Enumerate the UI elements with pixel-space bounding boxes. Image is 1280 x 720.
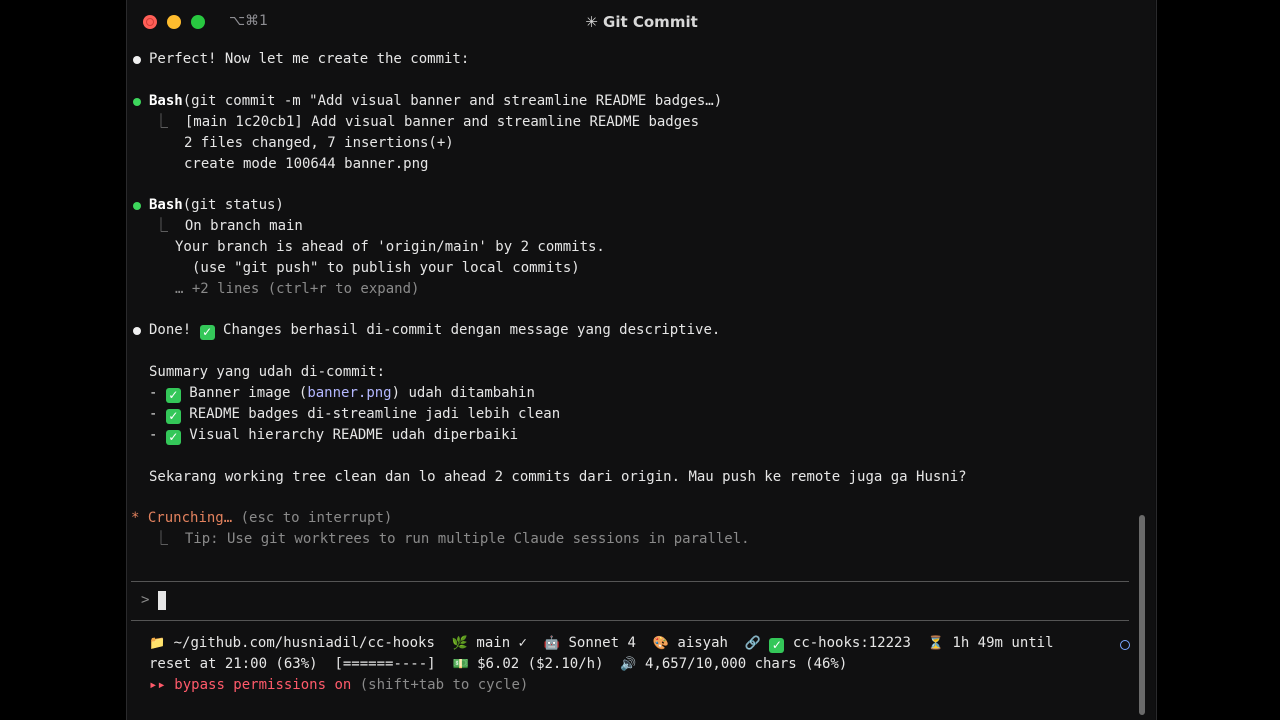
summary-text: Banner image ( [189, 385, 308, 401]
right-letterbox [1155, 0, 1280, 720]
time-left: 1h 49m until [952, 635, 1054, 651]
tool-output-line: ⎿ On branch main [154, 216, 303, 237]
tool-name: Bash [149, 93, 183, 109]
terminal-window: ⌥⌘1 ✳ Git Commit Perfect! Now let me cre… [126, 0, 1157, 720]
input-bottom-divider [131, 620, 1129, 621]
summary-text: ) udah ditambahin [391, 385, 535, 401]
model-name: Sonnet 4 [568, 635, 636, 651]
interrupt-hint: (esc to interrupt) [240, 510, 393, 526]
git-branch: main ✓ [476, 635, 527, 651]
done-message: Done! ✓ Changes berhasil di-commit denga… [149, 320, 720, 341]
session-cost: $6.02 ($2.10/h) [477, 656, 604, 672]
tip-text: Tip: Use git worktrees to run multiple C… [184, 531, 750, 547]
tool-command: (git commit -m "Add visual banner and st… [182, 93, 723, 109]
tool-call-git-status: Bash(git status) [149, 195, 284, 216]
prompt-glyph: > [141, 592, 150, 608]
check-icon: ✓ [165, 388, 181, 403]
check-icon: ✓ [165, 430, 181, 445]
file-name: banner.png [307, 385, 392, 401]
session-id: cc-hooks:12223 [792, 635, 911, 651]
speaker-icon: 🔊 [620, 657, 637, 672]
check-icon: ✓ [769, 638, 785, 653]
summary-text: Visual hierarchy README udah diperbaiki [189, 427, 519, 443]
done-prefix: Done! [149, 322, 192, 338]
cwd-path: ~/github.com/husniadil/cc-hooks [173, 635, 435, 651]
tip-line: ⎿ Tip: Use git worktrees to run multiple… [154, 531, 750, 547]
robot-icon: 🤖 [543, 636, 561, 651]
closing-message: Sekarang working tree clean dan lo ahead… [149, 469, 967, 485]
input-top-divider [131, 581, 1129, 582]
mode-arrows-icon: ▸▸ [149, 677, 166, 693]
user-name: aisyah [677, 635, 728, 651]
money-icon: 💵 [452, 657, 469, 672]
output-text: On branch main [184, 218, 303, 234]
tool-success-icon [133, 98, 141, 106]
folder-icon: 📁 [149, 636, 166, 651]
output-branch-icon: ⎿ [154, 218, 185, 234]
usage-bar: [======----] [334, 656, 436, 672]
thinking-status: * Crunching… (esc to interrupt) [131, 508, 392, 529]
branch-leaf-icon: 🌿 [451, 636, 468, 651]
link-icon: 🔗 [744, 636, 762, 651]
tool-output-line: ⎿ [main 1c20cb1] Add visual banner and s… [154, 112, 699, 133]
summary-item: - ✓ Banner image (banner.png) udah ditam… [149, 385, 535, 403]
char-count: 4,657/10,000 chars (46%) [645, 656, 848, 672]
message-bullet-icon [133, 56, 141, 64]
mode-hint: (shift+tab to cycle) [359, 677, 529, 693]
summary-text: README badges di-streamline jadi lebih c… [189, 406, 561, 422]
terminal-content: Perfect! Now let me create the commit: B… [127, 0, 1156, 720]
check-icon: ✓ [165, 409, 181, 424]
summary-heading: Summary yang udah di-commit: [149, 364, 386, 380]
tool-output-line: Your branch is ahead of 'origin/main' by… [175, 239, 605, 255]
tool-command: (git status) [182, 197, 284, 213]
status-word: Crunching… [147, 510, 233, 526]
permission-mode: bypass permissions on [174, 677, 352, 693]
statusline-row-2: reset at 21:00 (63%) [======----] 💵 $6.0… [149, 654, 847, 675]
left-letterbox [0, 0, 126, 720]
tool-call-git-commit: Bash(git commit -m "Add visual banner an… [149, 91, 722, 112]
spinner-icon: * [131, 510, 140, 526]
permission-mode-line[interactable]: ▸▸ bypass permissions on (shift+tab to c… [149, 675, 528, 696]
activity-ring-icon [1120, 640, 1130, 650]
tool-output-line: 2 files changed, 7 insertions(+) [184, 135, 454, 151]
tool-success-icon [133, 202, 141, 210]
text-input-cursor[interactable] [158, 591, 166, 610]
message-bullet-icon [133, 327, 141, 335]
output-text: [main 1c20cb1] Add visual banner and str… [184, 114, 700, 130]
reset-time: reset at 21:00 (63%) [149, 656, 318, 672]
check-icon: ✓ [199, 325, 215, 340]
expand-output-hint[interactable]: … +2 lines (ctrl+r to expand) [175, 279, 419, 300]
tool-output-line: create mode 100644 banner.png [184, 156, 429, 172]
done-text: Changes berhasil di-commit dengan messag… [223, 322, 721, 338]
assistant-message: Perfect! Now let me create the commit: [149, 51, 470, 67]
summary-item: - ✓ Visual hierarchy README udah diperba… [149, 427, 519, 445]
hourglass-icon: ⏳ [927, 636, 944, 651]
tool-output-line: (use "git push" to publish your local co… [192, 260, 580, 276]
palette-icon: 🎨 [652, 636, 669, 651]
output-branch-icon: ⎿ [154, 114, 185, 130]
summary-item: - ✓ README badges di-streamline jadi leb… [149, 406, 561, 424]
scrollbar-thumb[interactable] [1139, 515, 1145, 715]
statusline-row-1: 📁 ~/github.com/husniadil/cc-hooks 🌿 main… [149, 633, 1054, 654]
tool-name: Bash [149, 197, 183, 213]
